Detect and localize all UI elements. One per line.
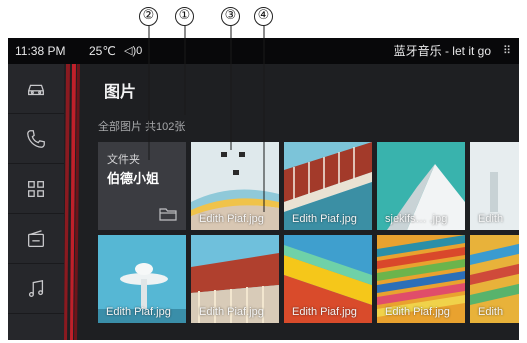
photo-tile[interactable]: Edith bbox=[470, 142, 519, 230]
photo-count: 全部图片 共102张 bbox=[98, 121, 186, 133]
music-note-icon bbox=[28, 279, 44, 297]
radio-icon bbox=[28, 229, 44, 247]
photo-filename: Edith Piaf.jpg bbox=[199, 213, 264, 225]
clock: 11:38 PM bbox=[15, 44, 66, 58]
folder-name: 伯德小姐 bbox=[107, 171, 160, 186]
apps-grid-icon bbox=[28, 180, 44, 197]
photo-filename: sjekifs… .jpg bbox=[385, 213, 448, 225]
photo-tile[interactable]: Edith Piaf.jpg bbox=[191, 142, 279, 230]
sidebar-item-radio[interactable] bbox=[8, 214, 64, 264]
photo-tile[interactable]: Edith Piaf.jpg bbox=[284, 142, 372, 230]
folder-icon bbox=[159, 208, 177, 221]
volume-indicator[interactable]: ◁)0 bbox=[124, 38, 142, 64]
sidebar-item-music[interactable] bbox=[8, 264, 64, 314]
photo-filename: Edith Piaf.jpg bbox=[199, 306, 264, 318]
photo-filename: Edith Piaf.jpg bbox=[385, 306, 450, 318]
infotainment-screen: 11:38 PM 25℃ ◁)0 蓝牙音乐 - let it go ⠿ 图片 全… bbox=[8, 38, 519, 340]
photo-tile[interactable]: sjekifs… .jpg bbox=[377, 142, 465, 230]
callout-2: ② bbox=[139, 7, 158, 26]
photo-filename: Edith Piaf.jpg bbox=[292, 306, 357, 318]
photo-tile[interactable]: Edith bbox=[470, 235, 519, 323]
grid-dots-icon[interactable]: ⠿ bbox=[503, 38, 511, 64]
folder-label: 文件夹 bbox=[107, 154, 140, 166]
red-accent-stripes bbox=[64, 64, 80, 340]
photo-tile[interactable]: Edith Piaf.jpg bbox=[377, 235, 465, 323]
status-bar: 11:38 PM 25℃ ◁)0 蓝牙音乐 - let it go ⠿ bbox=[8, 38, 519, 64]
callout-1: ① bbox=[175, 7, 194, 26]
sidebar-item-car[interactable] bbox=[8, 64, 64, 114]
gallery-content: 图片 全部图片 共102张 文件夹 伯德小姐 Edith Piaf.jpg Ed… bbox=[82, 64, 519, 340]
folder-tile[interactable]: 文件夹 伯德小姐 bbox=[98, 142, 186, 230]
sidebar-item-phone[interactable] bbox=[8, 114, 64, 164]
photo-filename: Edith bbox=[478, 213, 504, 225]
temperature: 25℃ bbox=[89, 44, 116, 58]
sidebar-item-apps[interactable] bbox=[8, 164, 64, 214]
photo-tile[interactable]: Edith Piaf.jpg bbox=[284, 235, 372, 323]
photo-filename: Edith Piaf.jpg bbox=[292, 213, 357, 225]
now-playing[interactable]: 蓝牙音乐 - let it go bbox=[394, 38, 491, 64]
photo-filename: Edith Piaf.jpg bbox=[106, 306, 171, 318]
car-icon bbox=[28, 84, 44, 95]
photo-tile[interactable]: Edith Piaf.jpg bbox=[98, 235, 186, 323]
phone-icon bbox=[27, 129, 45, 148]
callout-3: ③ bbox=[221, 7, 240, 26]
sidebar bbox=[8, 64, 64, 340]
page-title: 图片 bbox=[104, 84, 137, 101]
photo-tile[interactable]: Edith Piaf.jpg bbox=[191, 235, 279, 323]
callout-4: ④ bbox=[254, 7, 273, 26]
photo-filename: Edith bbox=[478, 306, 504, 318]
